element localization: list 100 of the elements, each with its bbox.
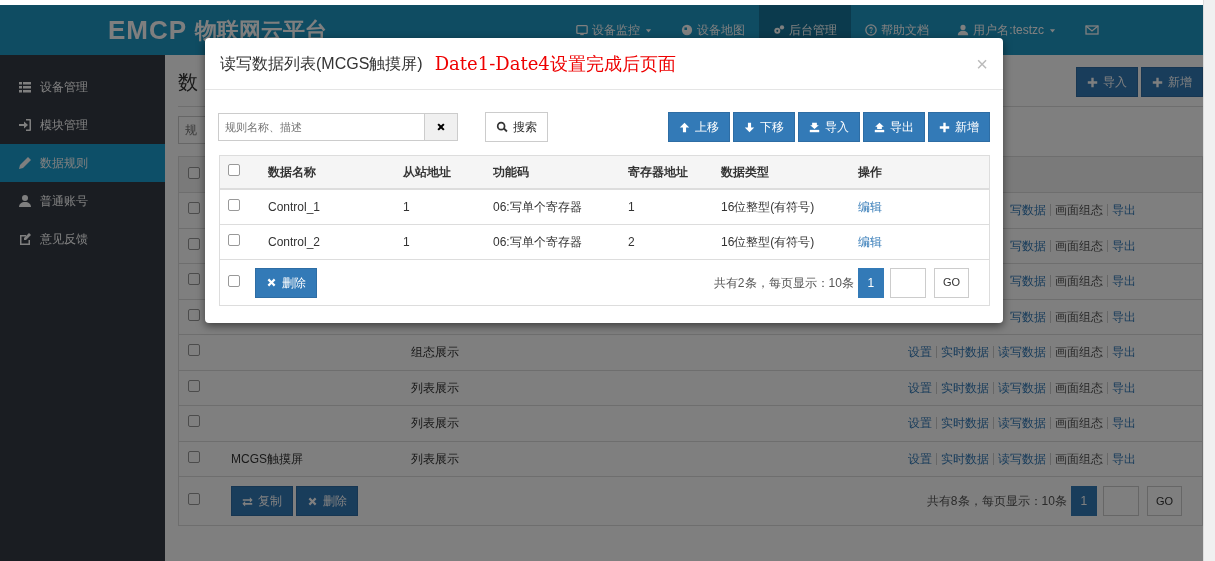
toolbar-button[interactable]: 导入 bbox=[798, 112, 860, 142]
action-link[interactable]: 写数据 bbox=[1006, 204, 1051, 217]
globe-icon bbox=[681, 24, 694, 36]
plus-icon bbox=[939, 121, 950, 133]
sidebar-item[interactable]: 普通账号 bbox=[0, 182, 165, 220]
page-button[interactable]: 1 bbox=[857, 267, 884, 298]
login-icon bbox=[18, 118, 32, 132]
toolbar-button[interactable]: 上移 bbox=[668, 112, 730, 142]
nav-item[interactable]: 设备监控 bbox=[562, 5, 668, 55]
pagination-summary: 共有8条，每页显示：10条 bbox=[926, 493, 1067, 510]
plus-icon bbox=[1087, 76, 1098, 88]
checkbox[interactable] bbox=[188, 450, 200, 463]
import-icon bbox=[809, 121, 820, 133]
checkbox[interactable] bbox=[228, 274, 240, 287]
toolbar-button[interactable]: 新增 bbox=[928, 112, 990, 142]
checkbox[interactable] bbox=[188, 344, 200, 357]
action-link[interactable]: 导出 bbox=[1108, 239, 1140, 252]
mail-icon bbox=[1085, 23, 1099, 37]
action-link[interactable]: 导出 bbox=[1108, 204, 1140, 217]
page-button[interactable]: 1 bbox=[1070, 486, 1097, 516]
checkbox[interactable] bbox=[228, 234, 240, 246]
table-cell: 16位整型(有符号) bbox=[721, 235, 815, 249]
checkbox[interactable] bbox=[188, 166, 200, 179]
edit-link[interactable]: 编辑 bbox=[858, 200, 882, 214]
table-cell: 06:写单个寄存器 bbox=[493, 200, 582, 214]
action-button[interactable]: 删除 bbox=[296, 486, 358, 516]
clear-button[interactable] bbox=[425, 113, 458, 141]
close-icon bbox=[307, 495, 318, 507]
action-link[interactable]: 设置 bbox=[904, 452, 937, 465]
sidebar-item[interactable]: 模块管理 bbox=[0, 106, 165, 144]
column-header: 从站地址 bbox=[403, 165, 451, 179]
checkbox[interactable] bbox=[228, 199, 240, 211]
close-icon bbox=[436, 122, 446, 132]
action-button[interactable]: 新增 bbox=[1141, 67, 1203, 97]
delete-button[interactable]: 删除 bbox=[255, 267, 317, 298]
action-link[interactable]: 导出 bbox=[1108, 381, 1140, 394]
action-link[interactable]: 设置 bbox=[904, 346, 937, 359]
checkbox[interactable] bbox=[188, 493, 200, 505]
table-cell: 16位整型(有符号) bbox=[721, 200, 815, 214]
nav-item[interactable]: 帮助文档 bbox=[851, 5, 944, 55]
table-cell: 2 bbox=[628, 235, 635, 249]
action-link[interactable]: 实时数据 bbox=[937, 381, 994, 394]
sidebar-item[interactable]: 意见反馈 bbox=[0, 220, 165, 258]
checkbox[interactable] bbox=[188, 308, 200, 321]
table-cell: MCGS触摸屏 bbox=[231, 451, 303, 466]
table-cell: Control_2 bbox=[268, 235, 321, 249]
column-header: 数据类型 bbox=[721, 165, 769, 179]
column-header: 寄存器地址 bbox=[628, 165, 688, 179]
action-link[interactable]: 读写数据 bbox=[994, 452, 1051, 465]
go-button[interactable]: GO bbox=[1146, 486, 1182, 516]
checkbox[interactable] bbox=[188, 273, 200, 286]
sidebar-item[interactable]: 设备管理 bbox=[0, 68, 165, 106]
action-link[interactable]: 实时数据 bbox=[937, 417, 994, 430]
table-cell: Control_1 bbox=[268, 200, 321, 214]
column-header: 功能码 bbox=[493, 165, 529, 179]
table-cell: 06:写单个寄存器 bbox=[493, 235, 582, 249]
table-cell: 1 bbox=[403, 200, 410, 214]
edit-link[interactable]: 编辑 bbox=[858, 235, 882, 249]
list-icon bbox=[18, 80, 32, 94]
action-link[interactable]: 读写数据 bbox=[994, 381, 1051, 394]
page-field[interactable] bbox=[1102, 486, 1139, 516]
toolbar-button[interactable]: 导出 bbox=[863, 112, 925, 142]
action-button[interactable]: 复制 bbox=[231, 486, 293, 516]
pencil-icon bbox=[18, 156, 32, 170]
action-link[interactable]: 导出 bbox=[1108, 346, 1140, 359]
page-title: 数 bbox=[178, 70, 198, 95]
action-link[interactable]: 实时数据 bbox=[937, 346, 994, 359]
action-link[interactable]: 导出 bbox=[1108, 417, 1140, 430]
action-link[interactable]: 写数据 bbox=[1006, 275, 1051, 288]
search-button[interactable]: 搜索 bbox=[485, 112, 548, 142]
table-cell: 1 bbox=[403, 235, 410, 249]
arrow-up-icon bbox=[679, 121, 690, 133]
go-button[interactable]: GO bbox=[933, 267, 969, 298]
checkbox[interactable] bbox=[228, 164, 240, 176]
action-link[interactable]: 导出 bbox=[1108, 275, 1140, 288]
edit-icon bbox=[18, 232, 32, 246]
toolbar-button[interactable]: 下移 bbox=[733, 112, 795, 142]
action-link[interactable]: 导出 bbox=[1108, 452, 1140, 465]
checkbox[interactable] bbox=[188, 379, 200, 392]
logo: EMCP bbox=[108, 13, 188, 47]
action-link[interactable]: 读写数据 bbox=[994, 417, 1051, 430]
monitor-icon bbox=[576, 24, 589, 36]
action-link[interactable]: 导出 bbox=[1108, 310, 1140, 323]
sidebar-item[interactable]: 数据规则 bbox=[0, 144, 165, 182]
action-link[interactable]: 设置 bbox=[904, 381, 937, 394]
help-icon bbox=[865, 24, 878, 36]
close-icon bbox=[266, 277, 277, 288]
search-field[interactable]: 规则名称、描述 bbox=[218, 113, 425, 141]
export-icon bbox=[874, 121, 885, 133]
action-link[interactable]: 写数据 bbox=[1006, 239, 1051, 252]
checkbox[interactable] bbox=[188, 237, 200, 250]
action-link[interactable]: 设置 bbox=[904, 417, 937, 430]
checkbox[interactable] bbox=[188, 202, 200, 215]
action-link[interactable]: 写数据 bbox=[1006, 310, 1051, 323]
action-link[interactable]: 读写数据 bbox=[994, 346, 1051, 359]
action-button[interactable]: 导入 bbox=[1076, 67, 1138, 97]
checkbox[interactable] bbox=[188, 415, 200, 428]
dialog-title: 读写数据列表(MCGS触摸屏) bbox=[220, 53, 423, 74]
action-link[interactable]: 实时数据 bbox=[937, 452, 994, 465]
page-field[interactable] bbox=[889, 267, 926, 298]
